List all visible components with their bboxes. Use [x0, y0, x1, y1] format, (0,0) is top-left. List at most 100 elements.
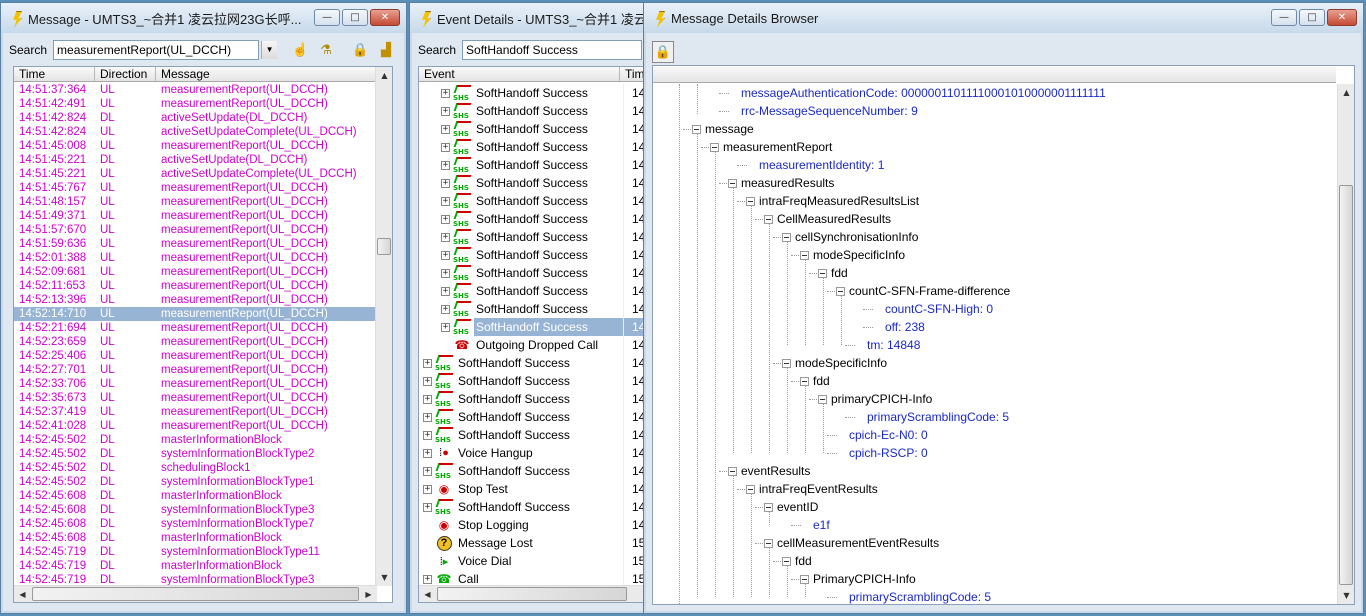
scroll-thumb[interactable]: [377, 238, 391, 255]
tree-node[interactable]: countC-SFN-Frame-difference: [836, 282, 1010, 300]
scroll-left-icon[interactable]: ◀: [14, 586, 31, 602]
details-window-titlebar[interactable]: Message Details Browser — □ ✕: [644, 3, 1363, 33]
table-row[interactable]: 14:52:45:608 DL systemInformationBlockType…: [14, 517, 377, 531]
tree-node[interactable]: cellMeasurementEventResults: [764, 534, 939, 552]
hscroll-thumb[interactable]: [32, 587, 359, 601]
list-item[interactable]: +SoftHandoff Success14:: [419, 84, 647, 102]
tree-node[interactable]: cellSynchronisationInfo: [782, 228, 918, 246]
table-row[interactable]: 14:52:41:028 UL measurementReport(UL_DCCH): [14, 419, 377, 433]
list-item[interactable]: +SoftHandoff Success14:: [419, 192, 647, 210]
scroll-up-icon[interactable]: ▲: [376, 67, 392, 84]
tree-node[interactable]: primaryCPICH-Info: [818, 390, 932, 408]
tree-leaf[interactable]: primaryScramblingCode: 5: [836, 588, 991, 604]
expand-icon[interactable]: +: [441, 142, 450, 152]
list-item[interactable]: +SoftHandoff Success14:: [419, 282, 647, 300]
table-row[interactable]: 14:52:45:719 DL systemInformationBlockType…: [14, 545, 377, 559]
table-row[interactable]: 14:52:45:502 DL systemInformationBlockType…: [14, 475, 377, 489]
list-item[interactable]: +SoftHandoff Success14:: [419, 354, 647, 372]
col-event-header[interactable]: Event: [419, 67, 620, 81]
table-row[interactable]: 14:51:42:824 UL activeSetUpdateComplete(UL…: [14, 125, 377, 139]
list-item[interactable]: +SoftHandoff Success14:: [419, 498, 647, 516]
minimize-button[interactable]: —: [1271, 9, 1297, 26]
expand-icon[interactable]: +: [441, 178, 450, 188]
chart-tool-icon[interactable]: ▟: [375, 39, 397, 61]
collapse-icon[interactable]: [692, 124, 701, 134]
list-item[interactable]: +SoftHandoff Success14:: [419, 462, 647, 480]
collapse-icon[interactable]: [746, 484, 755, 494]
table-row[interactable]: 14:52:45:502 DL schedulingBlock1: [14, 461, 377, 475]
expand-icon[interactable]: +: [423, 430, 432, 440]
details-vscrollbar[interactable]: ▲ ▼: [1337, 84, 1354, 604]
tree-leaf[interactable]: e1f: [800, 516, 830, 534]
list-item[interactable]: +SoftHandoff Success14:: [419, 390, 647, 408]
table-row[interactable]: 14:51:45:008 UL measurementReport(UL_DCCH): [14, 139, 377, 153]
list-item[interactable]: +SoftHandoff Success14:: [419, 228, 647, 246]
filter-icon[interactable]: ⚗: [315, 39, 337, 61]
table-row[interactable]: 14:52:09:681 UL measurementReport(UL_DCCH): [14, 265, 377, 279]
collapse-icon[interactable]: [710, 142, 719, 152]
expand-icon[interactable]: +: [423, 358, 432, 368]
table-row[interactable]: 14:51:42:824 DL activeSetUpdate(DL_DCCH): [14, 111, 377, 125]
expand-icon[interactable]: +: [423, 502, 432, 512]
collapse-icon[interactable]: [764, 214, 773, 224]
lock-icon[interactable]: 🔒: [349, 39, 371, 61]
tree-node[interactable]: intraFreqEventResults: [746, 480, 878, 498]
expand-icon[interactable]: +: [441, 214, 450, 224]
scroll-left-icon[interactable]: ◀: [419, 586, 436, 602]
collapse-icon[interactable]: [764, 538, 773, 548]
expand-icon[interactable]: +: [423, 394, 432, 404]
message-hscrollbar[interactable]: ◀ ▶: [14, 585, 377, 602]
tree-node[interactable]: modeSpecificInfo: [782, 354, 887, 372]
table-row[interactable]: 14:52:45:502 DL masterInformationBlock: [14, 433, 377, 447]
expand-icon[interactable]: +: [423, 466, 432, 476]
expand-icon[interactable]: +: [441, 322, 450, 332]
tree-leaf[interactable]: messageAuthenticationCode: 0000001101111…: [728, 84, 1106, 102]
tree-leaf[interactable]: countC-SFN-High: 0: [872, 300, 993, 318]
tree-leaf[interactable]: cpich-RSCP: 0: [836, 444, 928, 462]
list-item[interactable]: +SoftHandoff Success14:: [419, 120, 647, 138]
table-row[interactable]: 14:52:21:694 UL measurementReport(UL_DCCH): [14, 321, 377, 335]
expand-icon[interactable]: +: [441, 268, 450, 278]
table-row[interactable]: 14:52:23:659 UL measurementReport(UL_DCCH): [14, 335, 377, 349]
list-item[interactable]: +SoftHandoff Success14:: [419, 426, 647, 444]
col-time-header[interactable]: Time: [14, 67, 95, 81]
list-item[interactable]: +SoftHandoff Success14:: [419, 264, 647, 282]
scroll-down-icon[interactable]: ▼: [1338, 587, 1354, 604]
list-item[interactable]: +SoftHandoff Success14:: [419, 372, 647, 390]
list-item[interactable]: +SoftHandoff Success14:: [419, 318, 647, 336]
event-hscrollbar[interactable]: ◀: [419, 585, 647, 602]
collapse-icon[interactable]: [818, 394, 827, 404]
table-row[interactable]: 14:52:33:706 UL measurementReport(UL_DCCH): [14, 377, 377, 391]
table-row[interactable]: 14:52:27:701 UL measurementReport(UL_DCCH): [14, 363, 377, 377]
table-row[interactable]: 14:51:42:491 UL measurementReport(UL_DCCH): [14, 97, 377, 111]
tree-node[interactable]: measuredResults: [728, 174, 834, 192]
table-row[interactable]: 14:51:45:767 UL measurementReport(UL_DCCH): [14, 181, 377, 195]
message-window-titlebar[interactable]: Message - UMTS3_~合并1 凌云拉网23G长呼... — □ ✕: [1, 3, 406, 33]
tree-node[interactable]: measurementReport: [710, 138, 832, 156]
collapse-icon[interactable]: [782, 232, 791, 242]
tree-node[interactable]: modeSpecificInfo: [800, 246, 905, 264]
table-row[interactable]: 14:52:35:673 UL measurementReport(UL_DCCH): [14, 391, 377, 405]
table-row[interactable]: 14:52:45:719 DL masterInformationBlock: [14, 559, 377, 573]
expand-icon[interactable]: +: [441, 232, 450, 242]
expand-icon[interactable]: +: [441, 196, 450, 206]
collapse-icon[interactable]: [764, 502, 773, 512]
message-search-input[interactable]: measurementReport(UL_DCCH): [53, 40, 260, 60]
list-item[interactable]: ⁞▸ Voice Dial 15:: [419, 552, 647, 570]
list-item[interactable]: +SoftHandoff Success14:: [419, 156, 647, 174]
table-row[interactable]: 14:52:14:710 UL measurementReport(UL_DCCH): [14, 307, 377, 321]
scroll-right-icon[interactable]: ▶: [360, 586, 377, 602]
table-row[interactable]: 14:52:25:406 UL measurementReport(UL_DCCH): [14, 349, 377, 363]
table-row[interactable]: 14:51:57:670 UL measurementReport(UL_DCCH): [14, 223, 377, 237]
list-item[interactable]: +SoftHandoff Success14:: [419, 408, 647, 426]
col-message-header[interactable]: Message: [156, 67, 377, 81]
table-row[interactable]: 14:52:45:502 DL systemInformationBlockType…: [14, 447, 377, 461]
table-row[interactable]: 14:51:49:371 UL measurementReport(UL_DCCH): [14, 209, 377, 223]
collapse-icon[interactable]: [782, 556, 791, 566]
expand-icon[interactable]: +: [441, 88, 450, 98]
collapse-icon[interactable]: [728, 178, 737, 188]
minimize-button[interactable]: —: [314, 9, 340, 26]
table-row[interactable]: 14:51:45:221 DL activeSetUpdate(DL_DCCH): [14, 153, 377, 167]
tree-leaf[interactable]: tm: 14848: [854, 336, 920, 354]
close-button[interactable]: ✕: [370, 9, 400, 26]
